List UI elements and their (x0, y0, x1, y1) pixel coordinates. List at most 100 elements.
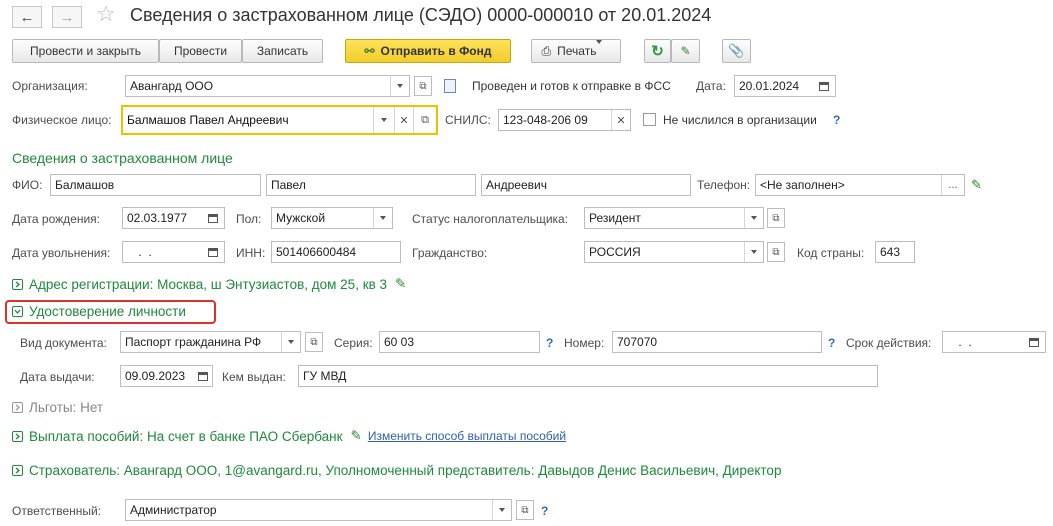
person-label: Физическое лицо: (12, 113, 112, 127)
last-name-field[interactable]: Балмашов (50, 174, 261, 196)
send-to-fund-button[interactable]: ⚯ Отправить в Фонд (345, 39, 511, 63)
back-button[interactable]: ← (12, 6, 42, 28)
valid-until-label: Срок действия: (846, 336, 932, 350)
clear-icon[interactable]: ✕ (611, 110, 630, 130)
collapse-icon[interactable] (12, 306, 23, 317)
pencil-icon[interactable]: ✎ (351, 428, 362, 444)
calendar-icon[interactable] (813, 76, 835, 96)
not-listed-label: Не числился в организации (663, 113, 817, 127)
paperclip-icon: 📎 (728, 43, 745, 58)
series-help-icon[interactable]: ? (546, 336, 553, 350)
first-name-field[interactable]: Павел (266, 174, 476, 196)
inn-field[interactable]: 501406600484 (271, 241, 401, 263)
person-field[interactable]: Балмашов Павел Андреевич ✕ ⧉ (121, 105, 438, 135)
issue-date-field[interactable]: 09.09.2023 (120, 365, 213, 387)
expand-icon[interactable] (12, 278, 23, 290)
responsible-label: Ответственный: (12, 504, 102, 518)
tax-status-label: Статус налогоплательщика: (412, 212, 569, 226)
country-code-label: Код страны: (797, 246, 865, 260)
arrow-right-icon: → (59, 8, 75, 26)
insurer-section[interactable]: Страхователь: Авангард ООО, 1@avangard.r… (12, 463, 781, 478)
sex-field[interactable]: Мужской (271, 207, 393, 229)
expand-icon[interactable] (12, 465, 23, 476)
more-icon[interactable]: ... (941, 175, 964, 195)
chevron-down-icon[interactable] (744, 242, 763, 262)
issue-date-label: Дата выдачи: (20, 370, 95, 384)
pencil-cross-icon[interactable]: ✎ (971, 177, 982, 193)
snils-label: СНИЛС: (445, 113, 491, 127)
post-and-close-button[interactable]: Провести и закрыть (12, 39, 159, 63)
attach-button[interactable]: 📎 (722, 39, 751, 63)
page-title: Сведения о застрахованном лице (СЭДО) 00… (130, 5, 712, 25)
address-section[interactable]: Адрес регистрации: Москва, ш Энтузиастов… (12, 276, 406, 292)
chevron-down-icon[interactable] (373, 107, 394, 133)
issued-by-field[interactable]: ГУ МВД (298, 365, 878, 387)
middle-name-field[interactable]: Андреевич (481, 174, 691, 196)
citizenship-field[interactable]: РОССИЯ (584, 241, 764, 263)
print-button[interactable]: ⎙ Печать (531, 39, 621, 63)
benefits-section[interactable]: Льготы: Нет (12, 400, 103, 415)
number-help-icon[interactable]: ? (828, 336, 835, 350)
refresh-button[interactable]: ↻ (644, 39, 671, 63)
birth-date-field[interactable]: 02.03.1977 (122, 207, 225, 229)
org-label: Организация: (12, 79, 88, 93)
date-field[interactable]: 20.01.2024 (734, 75, 836, 97)
chevron-down-icon[interactable] (744, 208, 763, 228)
change-payment-link[interactable]: Изменить способ выплаты пособий (368, 429, 566, 443)
country-code-field[interactable]: 643 (875, 241, 915, 263)
identity-section[interactable]: Удостоверение личности (12, 304, 186, 319)
payment-section[interactable]: Выплата пособий: На счет в банке ПАО Сбе… (12, 428, 566, 444)
pencil-icon[interactable]: ✎ (395, 276, 406, 292)
org-field[interactable]: Авангард ООО (125, 75, 410, 97)
chevron-down-icon (596, 44, 610, 58)
fund-icon: ⚯ (364, 44, 375, 58)
valid-until-field[interactable]: . . (942, 331, 1046, 353)
dismiss-date-field[interactable]: . . (122, 241, 225, 263)
series-field[interactable]: 60 03 (379, 331, 540, 353)
favorite-star-icon[interactable]: ☆ (96, 3, 116, 25)
insured-section-heading: Сведения о застрахованном лице (12, 150, 233, 166)
refresh-icon: ↻ (651, 43, 664, 60)
sex-label: Пол: (236, 212, 262, 226)
help-icon[interactable]: ? (833, 113, 840, 127)
arrow-left-icon: ← (19, 8, 35, 26)
chevron-down-icon[interactable] (373, 208, 392, 228)
doc-type-field[interactable]: Паспорт гражданина РФ (120, 331, 301, 353)
chevron-down-icon[interactable] (492, 500, 511, 520)
post-button[interactable]: Провести (159, 39, 242, 63)
doc-type-label: Вид документа: (20, 336, 107, 350)
expand-icon[interactable] (12, 402, 23, 413)
open-org-button[interactable]: ⧉ (414, 76, 432, 96)
dismiss-date-label: Дата увольнения: (12, 246, 111, 260)
printer-icon: ⎙ (541, 43, 552, 58)
calendar-icon[interactable] (202, 208, 224, 228)
calendar-icon[interactable] (202, 242, 224, 262)
save-button[interactable]: Записать (242, 39, 323, 63)
expand-icon[interactable] (12, 430, 23, 442)
document-status-icon (444, 79, 456, 93)
open-citizenship-button[interactable]: ⧉ (767, 242, 785, 262)
clear-icon[interactable]: ✕ (394, 107, 413, 133)
open-icon[interactable]: ⧉ (413, 107, 436, 133)
responsible-help-icon[interactable]: ? (541, 504, 548, 518)
clear-edit-button[interactable]: ✎ (671, 39, 700, 63)
chevron-down-icon[interactable] (281, 332, 300, 352)
open-doc-type-button[interactable]: ⧉ (305, 332, 323, 352)
status-text: Проведен и готов к отправке в ФСС (472, 79, 671, 93)
chevron-down-icon[interactable] (390, 76, 409, 96)
inn-label: ИНН: (236, 246, 266, 260)
calendar-icon[interactable] (1023, 332, 1045, 352)
fio-label: ФИО: (12, 178, 43, 192)
phone-field[interactable]: <Не заполнен> ... (755, 174, 965, 196)
phone-label: Телефон: (697, 178, 751, 192)
calendar-icon[interactable] (194, 366, 212, 386)
number-field[interactable]: 707070 (612, 331, 822, 353)
snils-field[interactable]: 123-048-206 09 ✕ (498, 109, 631, 131)
responsible-field[interactable]: Администратор (125, 499, 512, 521)
tax-status-field[interactable]: Резидент (584, 207, 764, 229)
not-listed-checkbox[interactable] (643, 113, 656, 126)
date-label: Дата: (696, 79, 726, 93)
open-tax-status-button[interactable]: ⧉ (767, 208, 785, 228)
open-responsible-button[interactable]: ⧉ (516, 500, 534, 520)
forward-button[interactable]: → (52, 6, 82, 28)
